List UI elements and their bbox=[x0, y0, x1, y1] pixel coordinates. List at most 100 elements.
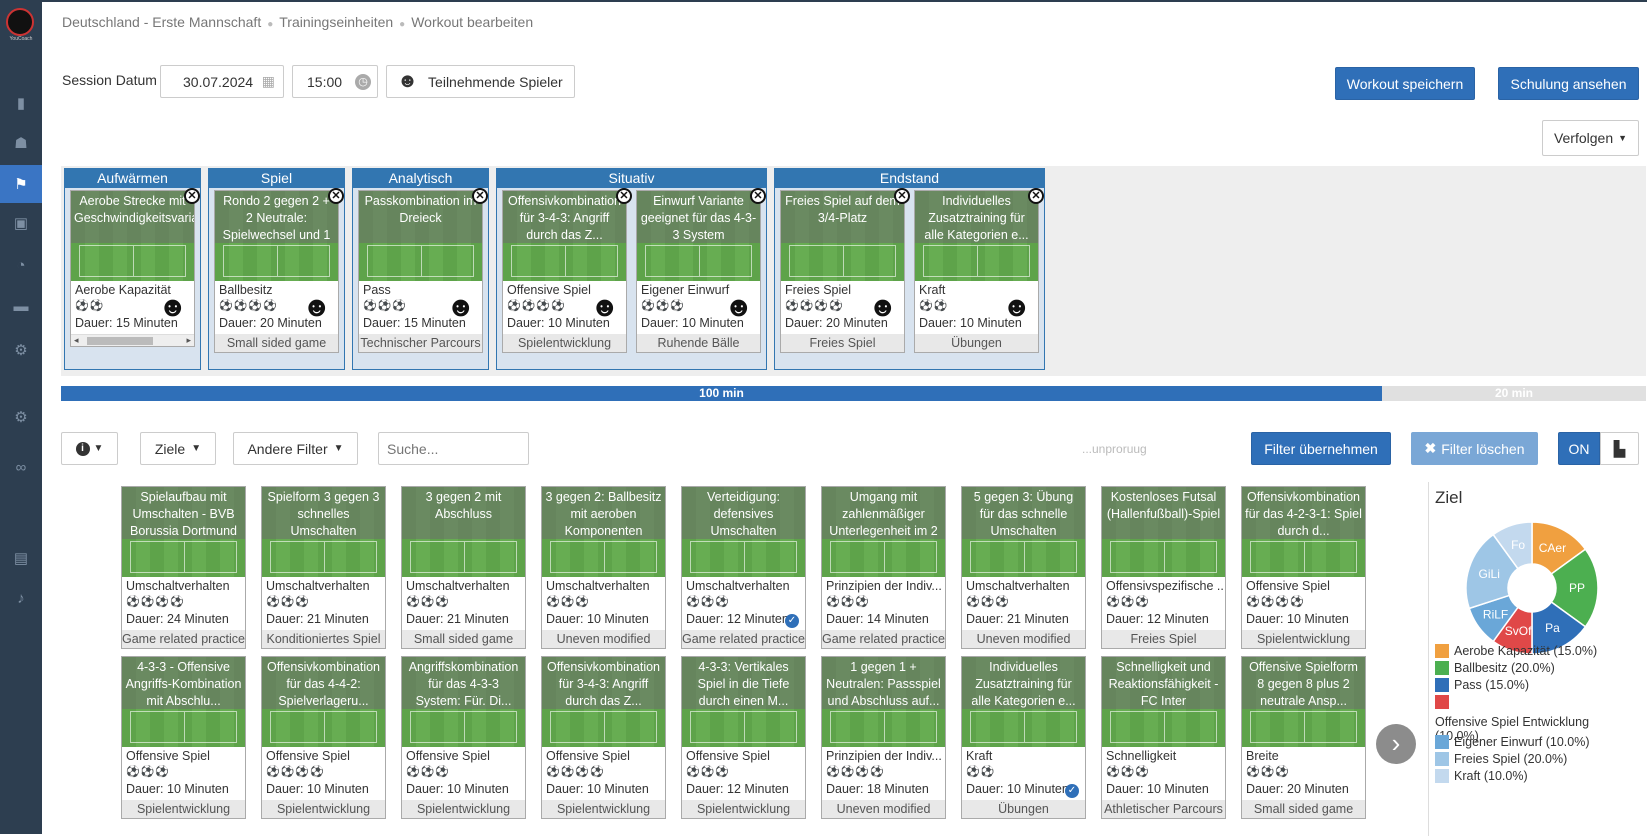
remove-exercise-icon[interactable]: ✕ bbox=[184, 188, 200, 204]
exercise-thumbnail[interactable]: Offensivkombination für 3-4-3: Angriff d… bbox=[503, 191, 626, 281]
sidebar-item-binoculars[interactable]: ∞ bbox=[0, 448, 42, 486]
exercise-thumbnail[interactable]: Umgang mit zahlenmäßiger Unterlegenheit … bbox=[822, 487, 945, 577]
remove-exercise-icon[interactable]: ✕ bbox=[1028, 188, 1044, 204]
library-exercise-card[interactable]: 1 gegen 1 + Neutralen: Passspiel und Abs… bbox=[821, 656, 946, 819]
exercise-thumbnail[interactable]: 3 gegen 2: Ballbesitz mit aeroben Kompon… bbox=[542, 487, 665, 577]
workout-exercise-card[interactable]: Passkombination im Dreieck Pass ⚽⚽⚽ Dauer: … bbox=[358, 188, 488, 353]
assign-players-icon[interactable]: ☻ bbox=[868, 291, 900, 323]
workout-exercise-card[interactable]: Aerobe Strecke mit Geschwindigkeitsvari a… bbox=[70, 188, 200, 347]
exercise-thumbnail[interactable]: Offensive Spielform 8 gegen 8 plus 2 neu… bbox=[1242, 657, 1365, 747]
clock-icon[interactable]: ◷ bbox=[355, 73, 371, 90]
assign-players-icon[interactable]: ☻ bbox=[158, 291, 190, 323]
library-exercise-card[interactable]: Spielform 3 gegen 3 schnelles Umschalten… bbox=[261, 486, 386, 649]
card-scrollbar[interactable]: ◂ ▸ bbox=[71, 334, 194, 346]
exercise-thumbnail[interactable]: 5 gegen 3: Übung für das schnelle Umscha… bbox=[962, 487, 1085, 577]
library-exercise-card[interactable]: Offensivkombination für das 4-2-3-1: Spi… bbox=[1241, 486, 1366, 649]
remove-exercise-icon[interactable]: ✕ bbox=[616, 188, 632, 204]
exercise-thumbnail[interactable]: Spielaufbau mit Umschalten - BVB Borussi… bbox=[122, 487, 245, 577]
scroll-left-icon[interactable]: ◂ bbox=[74, 335, 79, 346]
toggle-on-button[interactable]: ON bbox=[1558, 432, 1600, 465]
library-exercise-card[interactable]: 3 gegen 2: Ballbesitz mit aeroben Kompon… bbox=[541, 486, 666, 649]
assign-players-icon[interactable]: ☻ bbox=[724, 291, 756, 323]
search-input[interactable] bbox=[378, 432, 529, 465]
scroll-thumb[interactable] bbox=[87, 337, 153, 345]
exercise-thumbnail[interactable]: Spielform 3 gegen 3 schnelles Umschalten bbox=[262, 487, 385, 577]
exercise-thumbnail[interactable]: 4-3-3: Vertikales Spiel in die Tiefe dur… bbox=[682, 657, 805, 747]
chart-toggle-button[interactable]: ▙ bbox=[1600, 432, 1639, 465]
workout-exercise-card[interactable]: Rondo 2 gegen 2 + 2 Neutrale: Spielwechs… bbox=[214, 188, 344, 353]
exercise-thumbnail[interactable]: Freies Spiel auf dem 3/4-Platz bbox=[781, 191, 904, 281]
exercise-thumbnail[interactable]: Offensivkombination für das 4-2-3-1: Spi… bbox=[1242, 487, 1365, 577]
exercise-thumbnail[interactable]: Angriffskombination für das 4-3-3 System… bbox=[402, 657, 525, 747]
date-input[interactable]: 30.07.2024 ▦ bbox=[160, 65, 284, 98]
assign-players-icon[interactable]: ☻ bbox=[302, 291, 334, 323]
workout-exercise-card[interactable]: Freies Spiel auf dem 3/4-Platz Freies Spi… bbox=[780, 188, 910, 353]
library-exercise-card[interactable]: Offensivkombination für 3-4-3: Angriff d… bbox=[541, 656, 666, 819]
exercise-thumbnail[interactable]: Verteidigung: defensives Umschalten bbox=[682, 487, 805, 577]
library-exercise-card[interactable]: 4-3-3 - Offensive Angriffs-Kombination m… bbox=[121, 656, 246, 819]
sidebar-item-training[interactable]: ⚑ bbox=[0, 165, 42, 203]
sidebar-item-speedometer[interactable]: ◔ bbox=[0, 246, 42, 284]
exercise-thumbnail[interactable]: 3 gegen 2 mit Abschluss bbox=[402, 487, 525, 577]
exercise-thumbnail[interactable]: Rondo 2 gegen 2 + 2 Neutrale: Spielwechs… bbox=[215, 191, 338, 281]
clear-filter-button[interactable]: ✖ Filter löschen bbox=[1411, 432, 1538, 465]
sidebar-item-settings[interactable]: ⚙ bbox=[0, 331, 42, 369]
follow-dropdown[interactable]: Verfolgen ▼ bbox=[1542, 120, 1639, 156]
calendar-icon[interactable]: ▦ bbox=[262, 73, 275, 90]
exercise-thumbnail[interactable]: Passkombination im Dreieck bbox=[359, 191, 482, 281]
sidebar-item-gear[interactable]: ⚙ bbox=[0, 398, 42, 436]
library-exercise-card[interactable]: Umgang mit zahlenmäßiger Unterlegenheit … bbox=[821, 486, 946, 649]
exercise-thumbnail[interactable]: Schnelligkeit und Reaktionsfähigkeit - F… bbox=[1102, 657, 1225, 747]
exercise-thumbnail[interactable]: Individuelles Zusatztraining für alle Ka… bbox=[915, 191, 1038, 281]
library-exercise-card[interactable]: Angriffskombination für das 4-3-3 System… bbox=[401, 656, 526, 819]
goals-filter-button[interactable]: Ziele ▼ bbox=[140, 432, 216, 465]
logo[interactable] bbox=[6, 8, 34, 36]
exercise-thumbnail[interactable]: 1 gegen 1 + Neutralen: Passspiel und Abs… bbox=[822, 657, 945, 747]
exercise-thumbnail[interactable]: 4-3-3 - Offensive Angriffs-Kombination m… bbox=[122, 657, 245, 747]
sidebar-item-match[interactable]: ▣ bbox=[0, 204, 42, 242]
library-exercise-card[interactable]: Offensivkombination für das 4-4-2: Spiel… bbox=[261, 656, 386, 819]
library-exercise-card[interactable]: Verteidigung: defensives Umschalten Umsch… bbox=[681, 486, 806, 649]
participants-button[interactable]: ☻ Teilnehmende Spieler bbox=[386, 65, 575, 98]
exercise-thumbnail[interactable]: Kostenloses Futsal (Hallenfußball)-Spiel bbox=[1102, 487, 1225, 577]
assign-players-icon[interactable]: ☻ bbox=[446, 291, 478, 323]
library-exercise-card[interactable]: 3 gegen 2 mit Abschluss Umschaltverhalten… bbox=[401, 486, 526, 649]
remove-exercise-icon[interactable]: ✕ bbox=[894, 188, 910, 204]
library-exercise-card[interactable]: Kostenloses Futsal (Hallenfußball)-Spiel… bbox=[1101, 486, 1226, 649]
library-exercise-card[interactable]: Spielaufbau mit Umschalten - BVB Borussi… bbox=[121, 486, 246, 649]
sidebar-item-bell[interactable]: ♪ bbox=[0, 579, 42, 617]
exercise-title: Spielform 3 gegen 3 schnelles Umschalten bbox=[262, 487, 385, 539]
assign-players-icon[interactable]: ☻ bbox=[590, 291, 622, 323]
sidebar-item-bar-chart[interactable]: ▮ bbox=[0, 84, 42, 122]
workout-exercise-card[interactable]: Einwurf Variante geeignet für das 4-3-3 … bbox=[636, 188, 766, 353]
exercise-thumbnail[interactable]: Aerobe Strecke mit Geschwindigkeitsvaria… bbox=[71, 191, 194, 281]
breadcrumb-sessions[interactable]: Trainingseinheiten bbox=[279, 14, 393, 30]
assign-players-icon[interactable]: ☻ bbox=[1002, 291, 1034, 323]
info-filter-button[interactable]: i ▼ bbox=[61, 432, 118, 465]
view-training-button[interactable]: Schulung ansehen bbox=[1498, 67, 1639, 100]
exercise-thumbnail[interactable]: Offensivkombination für das 4-4-2: Spiel… bbox=[262, 657, 385, 747]
next-page-button[interactable]: › bbox=[1376, 724, 1416, 764]
library-exercise-card[interactable]: Offensive Spielform 8 gegen 8 plus 2 neu… bbox=[1241, 656, 1366, 819]
exercise-thumbnail[interactable]: Offensivkombination für 3-4-3: Angriff d… bbox=[542, 657, 665, 747]
library-exercise-card[interactable]: 5 gegen 3: Übung für das schnelle Umscha… bbox=[961, 486, 1086, 649]
scroll-right-icon[interactable]: ▸ bbox=[186, 335, 191, 346]
exercise-thumbnail[interactable]: Einwurf Variante geeignet für das 4-3-3 … bbox=[637, 191, 760, 281]
library-exercise-card[interactable]: 4-3-3: Vertikales Spiel in die Tiefe dur… bbox=[681, 656, 806, 819]
other-filters-button[interactable]: Andere Filter ▼ bbox=[233, 432, 358, 465]
sidebar-item-truck[interactable]: ▬ bbox=[0, 287, 42, 325]
time-input[interactable]: 15:00 ◷ bbox=[292, 65, 378, 98]
exercise-thumbnail[interactable]: Individuelles Zusatztraining für alle Ka… bbox=[962, 657, 1085, 747]
library-exercise-card[interactable]: Individuelles Zusatztraining für alle Ka… bbox=[961, 656, 1086, 819]
workout-exercise-card[interactable]: Offensivkombination für 3-4-3: Angriff d… bbox=[502, 188, 632, 353]
save-workout-button[interactable]: Workout speichern bbox=[1335, 67, 1475, 100]
workout-exercise-card[interactable]: Individuelles Zusatztraining für alle Ka… bbox=[914, 188, 1044, 353]
apply-filter-button[interactable]: Filter übernehmen bbox=[1251, 432, 1391, 465]
sidebar-item-clipboard[interactable]: ▤ bbox=[0, 539, 42, 577]
remove-exercise-icon[interactable]: ✕ bbox=[472, 188, 488, 204]
sidebar-item-team[interactable]: ☗ bbox=[0, 124, 42, 162]
remove-exercise-icon[interactable]: ✕ bbox=[750, 188, 766, 204]
library-exercise-card[interactable]: Schnelligkeit und Reaktionsfähigkeit - F… bbox=[1101, 656, 1226, 819]
remove-exercise-icon[interactable]: ✕ bbox=[328, 188, 344, 204]
breadcrumb-team[interactable]: Deutschland - Erste Mannschaft bbox=[62, 14, 261, 30]
